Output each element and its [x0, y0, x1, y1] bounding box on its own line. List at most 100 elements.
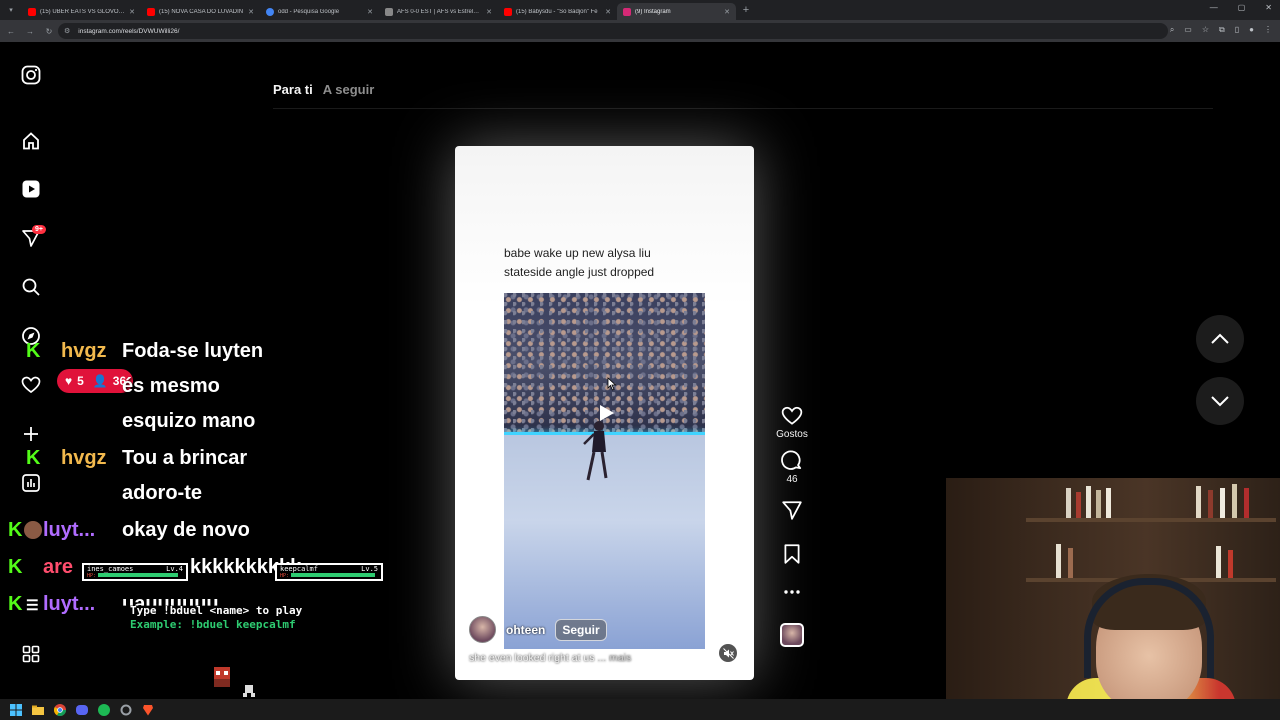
audio-avatar[interactable]: [780, 623, 804, 647]
pixel-character-icon: [214, 667, 230, 687]
close-window-icon[interactable]: ✕: [1265, 3, 1272, 12]
file-explorer-icon[interactable]: [30, 702, 46, 718]
youtube-favicon-icon: [28, 7, 36, 16]
reels-icon[interactable]: [20, 178, 42, 200]
previous-reel-button[interactable]: [1196, 315, 1244, 363]
discord-icon[interactable]: [74, 702, 90, 718]
kick-badge-icon: K: [8, 519, 23, 541]
reload-icon[interactable]: ↻: [41, 27, 57, 36]
spotify-icon[interactable]: [96, 702, 112, 718]
close-tab-icon[interactable]: ✕: [248, 8, 254, 16]
list-badge-icon: ☰: [26, 597, 39, 613]
close-tab-icon[interactable]: ✕: [129, 8, 135, 16]
extensions-icon[interactable]: ⧉: [1219, 25, 1225, 35]
browser-tab[interactable]: (15) Babysdu - "So Badjon" Fe ✕: [498, 3, 617, 20]
audio-thumbnail[interactable]: [780, 623, 804, 647]
more-apps-icon[interactable]: [20, 643, 42, 665]
bookmark-icon[interactable]: [781, 543, 803, 565]
bookmark-star-icon[interactable]: ☆: [1202, 25, 1209, 35]
player2-hp-box: keepcalmf Lv.5 HP:: [275, 563, 383, 581]
search-icon[interactable]: [20, 276, 42, 298]
browser-tab-bar: ▾ (15) UBER EATS VS GLOVO | CI ✕ (15) NOV…: [0, 0, 1280, 20]
book: [1066, 488, 1071, 518]
notifications-heart-icon[interactable]: [20, 374, 42, 396]
close-tab-icon[interactable]: ✕: [724, 8, 730, 16]
site-info-icon[interactable]: ⚙: [64, 27, 70, 35]
reel-video[interactable]: [504, 293, 705, 649]
reel-card[interactable]: babe wake up new alysa liu stateside ang…: [455, 146, 754, 680]
tab-para-ti[interactable]: Para ti: [273, 82, 313, 97]
site-favicon-icon: [385, 7, 393, 16]
back-icon[interactable]: ←: [3, 27, 19, 36]
chat-username: luyt...: [43, 593, 96, 615]
duel-example: Example: !bduel keepcalmf: [130, 618, 296, 631]
video-skater-figure: [583, 421, 608, 481]
share-action[interactable]: [781, 499, 803, 521]
kick-badge-icon: K: [8, 593, 23, 615]
windows-start-icon[interactable]: [8, 702, 24, 718]
headset: [1084, 578, 1214, 678]
youtube-favicon-icon: [147, 7, 155, 16]
tab-search-icon[interactable]: ▾: [0, 0, 22, 20]
chat-message: okay de novo: [122, 519, 250, 541]
new-tab-button[interactable]: +: [736, 4, 756, 16]
chat-message: Foda-se luyten: [122, 340, 264, 362]
next-reel-button[interactable]: [1196, 377, 1244, 425]
comment-bubble-icon[interactable]: [781, 450, 803, 472]
more-dots-icon[interactable]: [781, 587, 803, 597]
save-action[interactable]: [781, 543, 803, 565]
cast-icon[interactable]: ▭: [1184, 25, 1192, 35]
chat-username: luyt...: [43, 519, 96, 541]
instagram-logo-icon[interactable]: [20, 64, 42, 86]
home-icon[interactable]: [20, 130, 42, 152]
forward-icon[interactable]: →: [22, 27, 38, 36]
os-taskbar: [0, 699, 1280, 720]
comment-action[interactable]: 46: [781, 450, 803, 485]
feed-divider: [273, 108, 1213, 109]
profile-icon[interactable]: ●: [1249, 25, 1254, 35]
address-bar[interactable]: ⚙ instagram.com/reels/DVWUWilli26/: [58, 23, 1168, 39]
toolbar-icons: ⌕ ▭ ☆ ⧉ ▯ ● ⋮: [1170, 25, 1272, 35]
chrome-icon[interactable]: [52, 702, 68, 718]
book: [1106, 488, 1111, 518]
settings-gear-icon[interactable]: [118, 702, 134, 718]
like-heart-icon[interactable]: [781, 405, 803, 427]
more-options-action[interactable]: [781, 587, 803, 597]
follow-button[interactable]: Seguir: [555, 618, 607, 641]
browser-tab[interactable]: (15) NOVA CASA DO LUVADIN ✕: [141, 3, 260, 20]
close-tab-icon[interactable]: ✕: [367, 8, 373, 16]
browser-tab-active[interactable]: (9) Instagram ✕: [617, 3, 736, 20]
play-icon[interactable]: [596, 403, 616, 423]
screen: ▾ (15) UBER EATS VS GLOVO | CI ✕ (15) NOV…: [0, 0, 1280, 720]
maximize-icon[interactable]: ▢: [1238, 3, 1246, 12]
minimize-icon[interactable]: —: [1210, 3, 1218, 12]
user-avatar: [24, 521, 42, 539]
sidebar-icon[interactable]: ▯: [1235, 25, 1239, 35]
player1-hp-box: ines_camoes Lv.4 HP:: [82, 563, 188, 581]
browser-tab[interactable]: (15) UBER EATS VS GLOVO | CI ✕: [22, 3, 141, 20]
book: [1056, 544, 1061, 578]
like-action[interactable]: Gostos: [776, 405, 808, 440]
create-plus-icon[interactable]: [20, 423, 42, 445]
browser-tab[interactable]: AFS 0-0 EST | AFS vs Estrela da ✕: [379, 3, 498, 20]
viewers-icon: 👤: [92, 374, 108, 388]
share-send-icon[interactable]: [781, 499, 803, 521]
webcam-feed: [946, 478, 1280, 720]
dashboard-icon[interactable]: [20, 472, 42, 494]
close-tab-icon[interactable]: ✕: [486, 8, 492, 16]
author-avatar[interactable]: [469, 616, 496, 643]
chat-message: Tou a brincar: [122, 447, 248, 469]
player2-hp-bar: [291, 573, 375, 577]
menu-icon[interactable]: ⋮: [1264, 25, 1272, 35]
tab-a-seguir[interactable]: A seguir: [323, 82, 375, 97]
zoom-icon[interactable]: ⌕: [1170, 25, 1174, 35]
muted-speaker-icon[interactable]: [719, 644, 737, 662]
reel-description: she even looked right at us ... mais: [469, 652, 632, 664]
author-username[interactable]: ohteen: [506, 623, 545, 637]
close-tab-icon[interactable]: ✕: [605, 8, 611, 16]
more-link[interactable]: ... mais: [597, 652, 631, 664]
browser-tab[interactable]: odd - Pesquisa Google ✕: [260, 3, 379, 20]
brave-icon[interactable]: [140, 702, 156, 718]
book: [1216, 546, 1221, 578]
likes-label: Gostos: [776, 429, 808, 440]
